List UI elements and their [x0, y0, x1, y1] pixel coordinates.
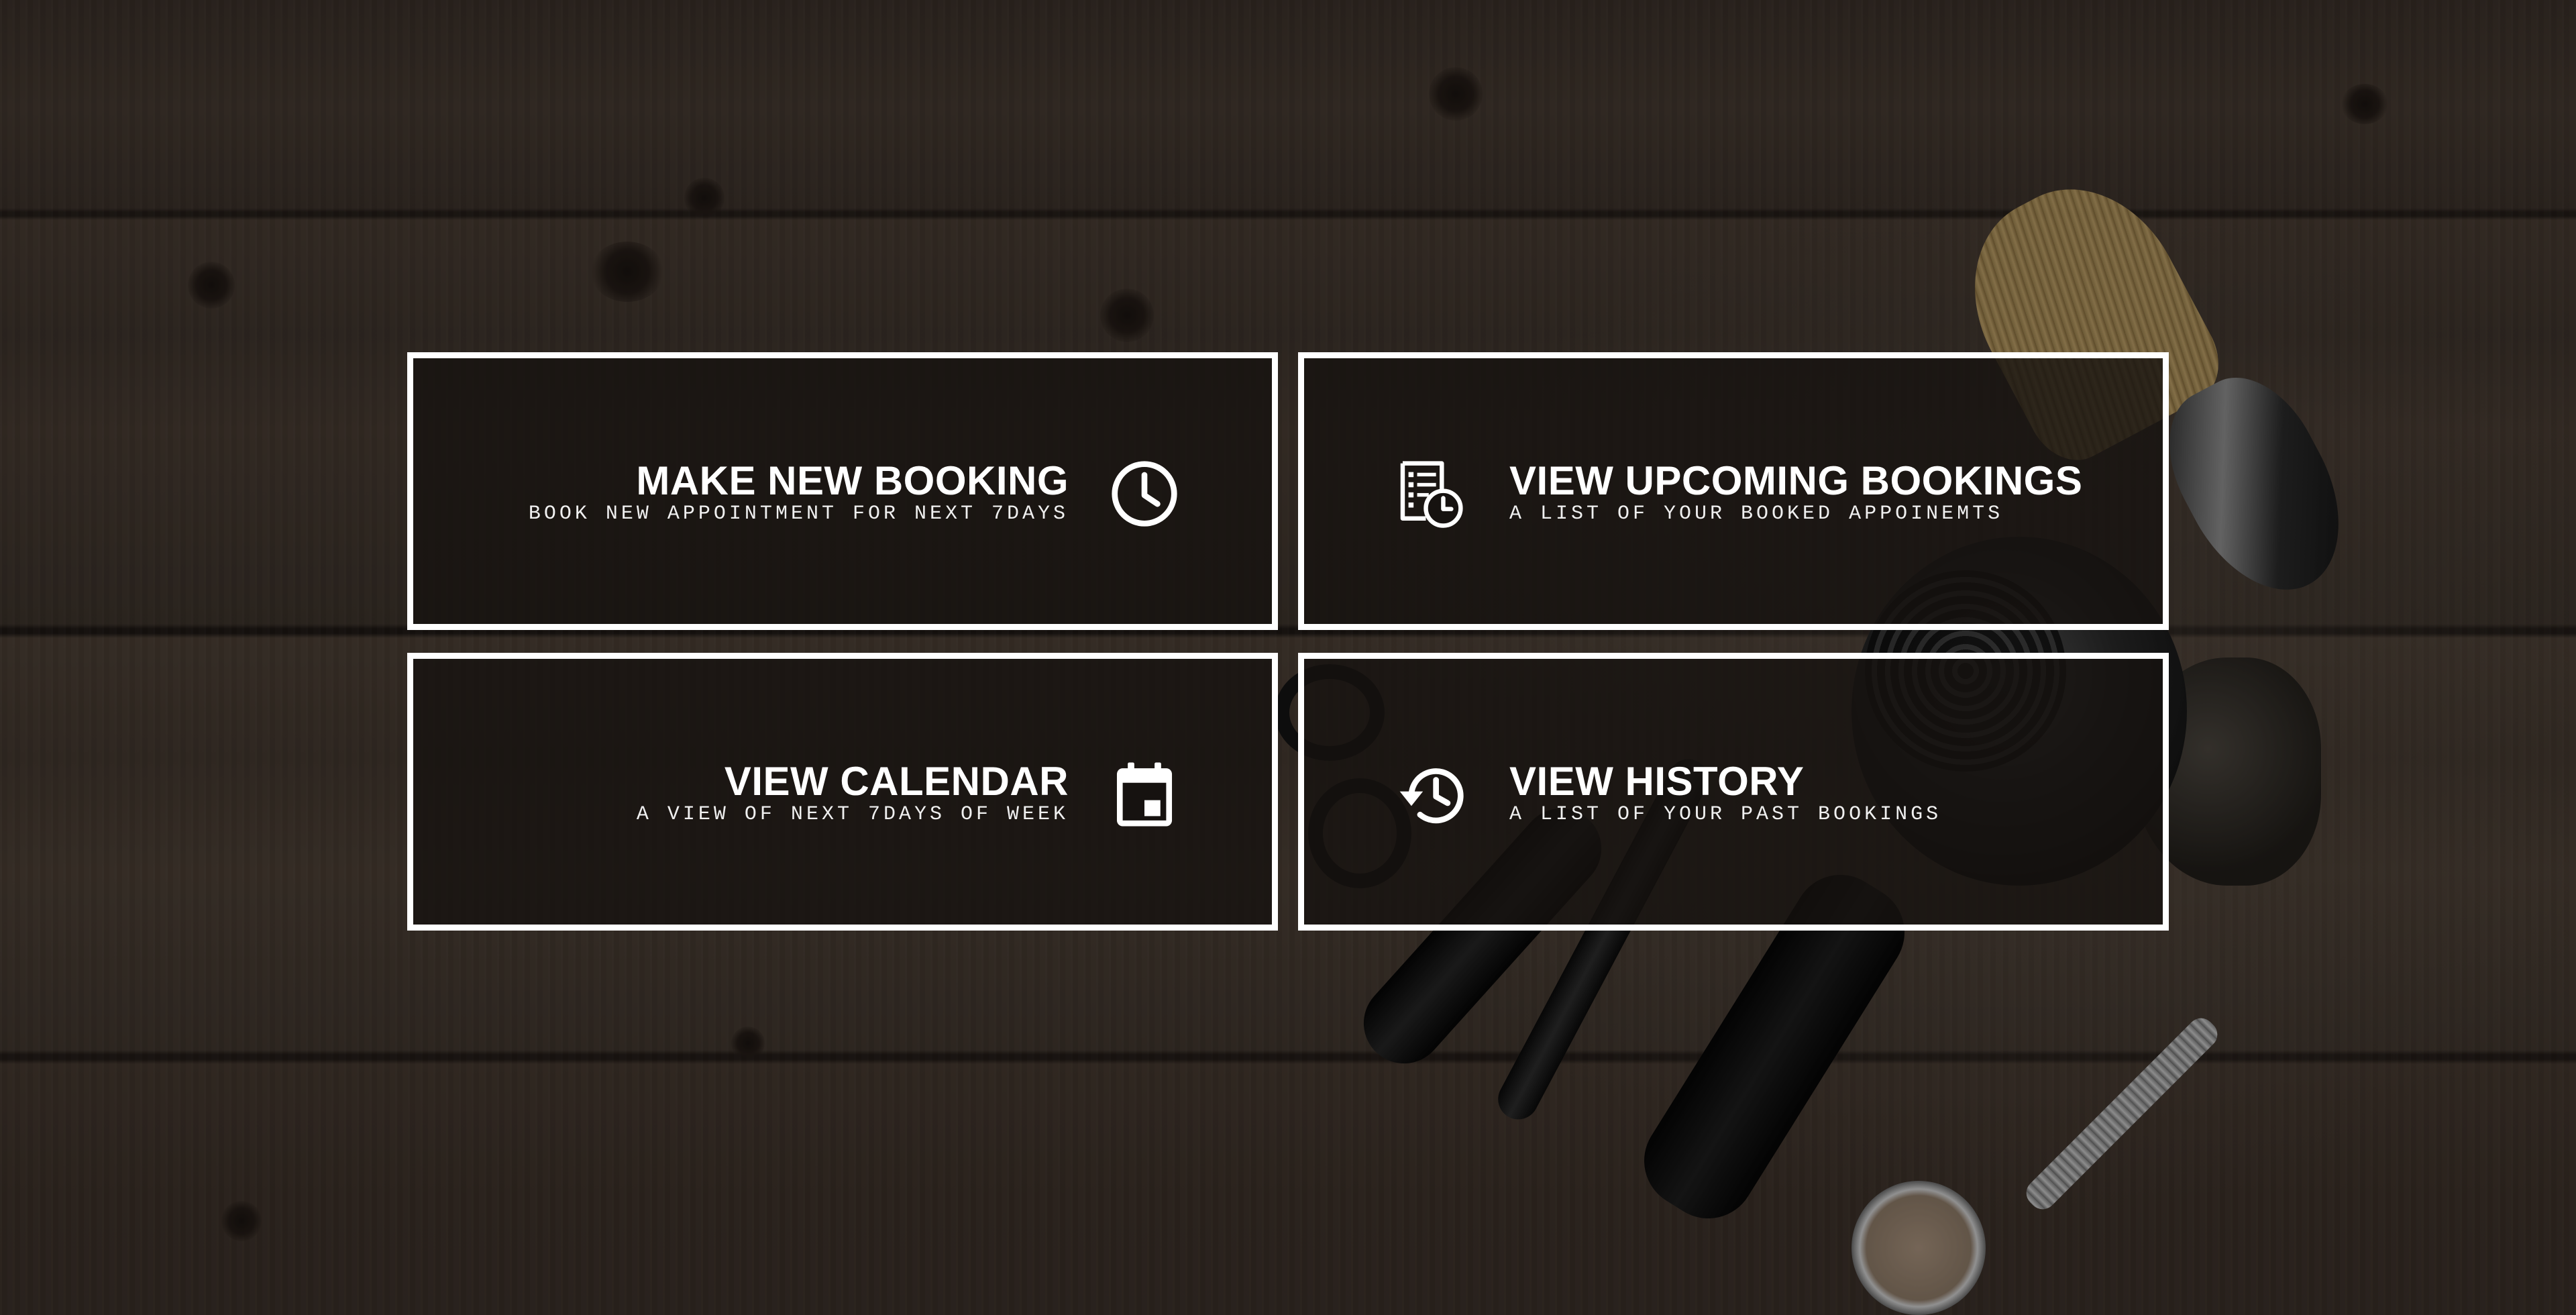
- tile-text: VIEW HISTORY A LIST OF YOUR PAST BOOKING…: [1509, 759, 1942, 826]
- history-icon: [1394, 758, 1466, 831]
- view-history-button[interactable]: VIEW HISTORY A LIST OF YOUR PAST BOOKING…: [1298, 653, 2169, 931]
- tile-title: MAKE NEW BOOKING: [636, 458, 1069, 503]
- tile-title: VIEW UPCOMING BOOKINGS: [1509, 458, 2083, 503]
- tile-text: MAKE NEW BOOKING BOOK NEW APPOINTMENT FO…: [529, 460, 1069, 525]
- tile-subtitle: BOOK NEW APPOINTMENT FOR NEXT 7DAYS: [528, 503, 1069, 525]
- tile-title: VIEW CALENDAR: [724, 759, 1069, 804]
- tile-text: VIEW CALENDAR A VIEW OF NEXT 7DAYS OF WE…: [636, 759, 1069, 826]
- tile-title: VIEW HISTORY: [1509, 759, 1805, 804]
- list-clock-icon: [1394, 458, 1466, 530]
- booking-menu: MAKE NEW BOOKING BOOK NEW APPOINTMENT FO…: [407, 352, 2169, 932]
- clock-icon: [1108, 458, 1181, 530]
- view-calendar-button[interactable]: VIEW CALENDAR A VIEW OF NEXT 7DAYS OF WE…: [407, 653, 1278, 931]
- make-new-booking-button[interactable]: MAKE NEW BOOKING BOOK NEW APPOINTMENT FO…: [407, 352, 1278, 630]
- tile-subtitle: A VIEW OF NEXT 7DAYS OF WEEK: [636, 803, 1069, 826]
- tile-subtitle: A LIST OF YOUR BOOKED APPOINEMTS: [1509, 503, 2004, 525]
- tile-subtitle: A LIST OF YOUR PAST BOOKINGS: [1509, 803, 1942, 826]
- view-upcoming-bookings-button[interactable]: VIEW UPCOMING BOOKINGS A LIST OF YOUR BO…: [1298, 352, 2169, 630]
- calendar-icon: [1108, 758, 1181, 831]
- tile-text: VIEW UPCOMING BOOKINGS A LIST OF YOUR BO…: [1509, 460, 2082, 525]
